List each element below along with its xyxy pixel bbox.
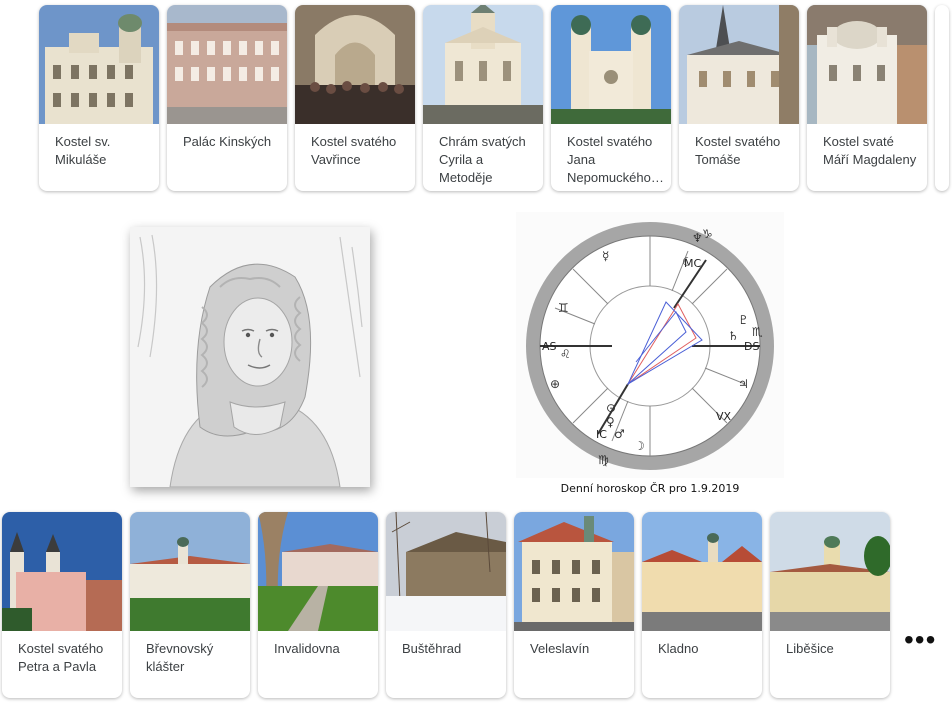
place-label: Kostel svaté Máří Magdaleny — [823, 134, 917, 167]
bottom-carousel: Kostel svatého Petra a Pavla Břevnovský … — [2, 512, 890, 698]
place-photo — [258, 512, 378, 631]
place-photo — [679, 5, 799, 124]
more-options-icon[interactable]: ••• — [904, 626, 936, 654]
place-label: Invalidovna — [274, 641, 340, 656]
ic-label: IC — [596, 428, 607, 441]
place-photo — [2, 512, 122, 631]
place-photo — [167, 5, 287, 124]
place-photo — [807, 5, 927, 124]
portrait-engraving — [130, 227, 370, 487]
place-photo — [423, 5, 543, 124]
place-label: Kostel svatého Vavřince — [311, 134, 397, 167]
place-photo — [770, 512, 890, 631]
mercury-sign-icon: ☿ — [602, 249, 609, 263]
place-label: Buštěhrad — [402, 641, 462, 656]
place-card[interactable]: Palác Kinských — [167, 5, 287, 191]
place-card[interactable]: Kostel svatého Petra a Pavla — [2, 512, 122, 698]
place-card[interactable]: Kostel svatého Jana Nepomuckého… — [551, 5, 671, 191]
ds-label: DS — [744, 340, 759, 353]
earth-sign-icon: ⊕ — [550, 377, 560, 391]
scorpio-sign-icon: ♏ — [752, 325, 763, 339]
place-card[interactable]: Břevnovský klášter — [130, 512, 250, 698]
place-card[interactable]: Chrám svatých Cyrila a Metoděje — [423, 5, 543, 191]
place-label: Kladno — [658, 641, 699, 656]
place-photo — [295, 5, 415, 124]
moon-sign-icon: ☽ — [634, 439, 645, 453]
place-card[interactable]: Kladno — [642, 512, 762, 698]
mars-sign-icon: ♂ — [614, 427, 625, 441]
place-label: Palác Kinských — [183, 134, 272, 149]
place-label: Kostel svatého Tomáše — [695, 134, 781, 167]
sun-sign-icon: ⊙ — [606, 401, 616, 415]
place-card[interactable]: Buštěhrad — [386, 512, 506, 698]
place-photo — [514, 512, 634, 631]
place-photo — [551, 5, 671, 124]
place-label: Liběšice — [786, 641, 834, 656]
capricorn-sign-icon: ♑ — [702, 227, 713, 241]
place-label: Kostel sv. Mikuláše — [55, 134, 111, 167]
place-label: Chrám svatých Cyrila a Metoděje — [439, 134, 526, 185]
place-card[interactable]: Veleslavín — [514, 512, 634, 698]
saturn-sign-icon: ♄ — [728, 329, 739, 343]
top-carousel: Kostel sv. Mikuláše Palác Kinských Koste… — [39, 5, 949, 191]
place-label: Kostel svatého Petra a Pavla — [18, 641, 104, 674]
gemini-sign-icon: ♊ — [558, 301, 569, 315]
moon-symbol-icon: ☾ — [682, 255, 693, 269]
place-card[interactable]: Kostel sv. Mikuláše — [39, 5, 159, 191]
horoscope-chart: MC DS AS IC VX ☿ ♊ ♌ ⊕ ♍ ☽ ♆ ☾ ♇ ♄ ♃ ⊙ ♀… — [516, 212, 784, 478]
horoscope-caption: Denní horoskop ČR pro 1.9.2019 — [560, 482, 740, 495]
vx-label: VX — [716, 410, 732, 423]
place-card[interactable]: Kostel svaté Máří Magdaleny — [807, 5, 927, 191]
place-card[interactable]: Kostel svatého Vavřince — [295, 5, 415, 191]
place-card[interactable]: Kostel svatého Tomáše — [679, 5, 799, 191]
place-label: Břevnovský klášter — [146, 641, 214, 674]
as-label: AS — [542, 340, 557, 353]
virgo-sign-icon: ♍ — [598, 453, 609, 467]
place-photo — [39, 5, 159, 124]
leo-sign-icon: ♌ — [560, 347, 571, 361]
place-photo — [130, 512, 250, 631]
place-card-partial[interactable] — [935, 5, 949, 191]
place-label: Kostel svatého Jana Nepomuckého… — [567, 134, 664, 185]
pluto-sign-icon: ♇ — [738, 313, 749, 327]
place-photo — [642, 512, 762, 631]
place-label: Veleslavín — [530, 641, 590, 656]
place-card[interactable]: Invalidovna — [258, 512, 378, 698]
jupiter-sign-icon: ♃ — [738, 377, 749, 391]
place-card[interactable]: Liběšice — [770, 512, 890, 698]
place-photo — [386, 512, 506, 631]
